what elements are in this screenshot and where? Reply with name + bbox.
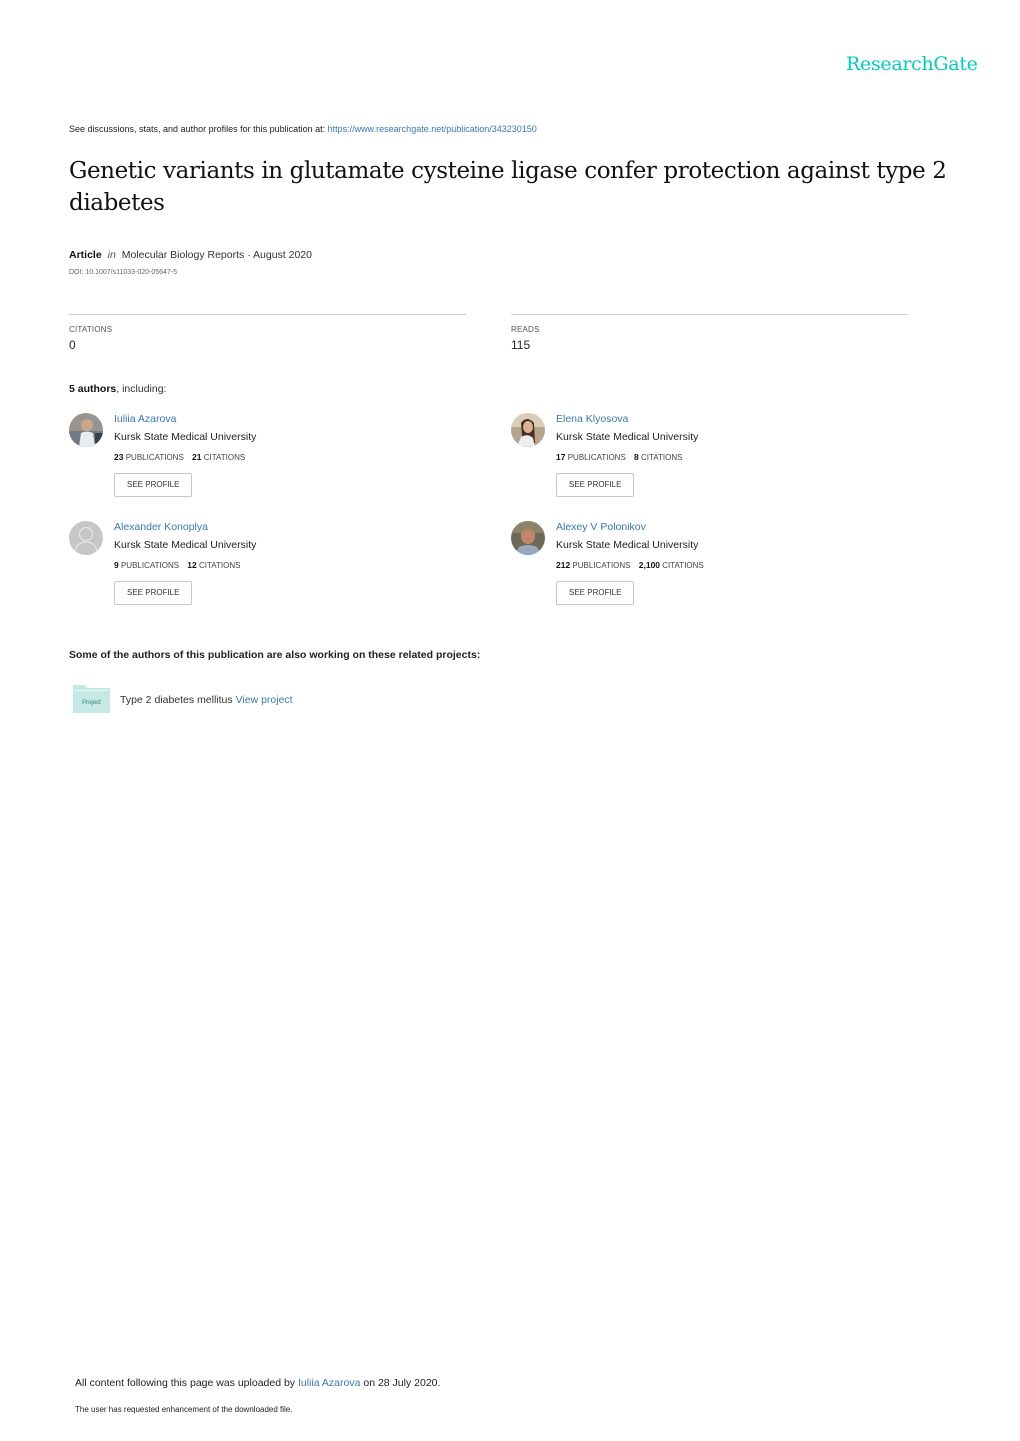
publications-label: PUBLICATIONS [572, 561, 631, 570]
project-name: Type 2 diabetes mellitus [120, 694, 233, 706]
authors-suffix: , including: [116, 383, 167, 395]
citations-label: CITATIONS [203, 453, 246, 462]
citations-count: 8 [634, 452, 639, 462]
citations-label: CITATIONS [641, 453, 683, 462]
citations-label: CITATIONS [69, 325, 113, 334]
publications-count: 9 [114, 560, 119, 570]
publications-count: 17 [556, 452, 566, 462]
author-name-link[interactable]: Alexander Konoplya [114, 521, 256, 534]
uploader-link[interactable]: Iuliia Azarova [298, 1377, 360, 1389]
reads-value: 115 [511, 338, 531, 352]
authors-count: 5 authors [69, 383, 117, 395]
project-icon-label: Project [82, 700, 101, 706]
authors-heading: 5 authors, including: [69, 383, 166, 395]
author-avatar[interactable] [69, 413, 103, 447]
citations-stat: CITATIONS 0 [69, 314, 466, 352]
author-card: Alexey V Polonikov Kursk State Medical U… [511, 521, 891, 611]
author-avatar[interactable] [511, 413, 545, 447]
author-institution: Kursk State Medical University [556, 539, 699, 551]
citations-count: 21 [192, 452, 202, 462]
publication-type: Article [69, 249, 102, 261]
author-name-link[interactable]: Alexey V Polonikov [556, 521, 704, 534]
author-stats: 212 PUBLICATIONS 2,100 CITATIONS [556, 560, 704, 571]
see-profile-button[interactable]: SEE PROFILE [556, 581, 635, 605]
see-profile-button[interactable]: SEE PROFILE [556, 473, 635, 497]
publications-label: PUBLICATIONS [567, 453, 626, 462]
doi: DOI: 10.1007/s11033-020-05647-5 [69, 269, 178, 276]
see-discussions-line: See discussions, stats, and author profi… [69, 124, 537, 134]
publications-label: PUBLICATIONS [125, 453, 184, 462]
journal-date: Molecular Biology Reports · August 2020 [121, 249, 312, 261]
author-institution: Kursk State Medical University [114, 431, 257, 443]
reads-label: READS [511, 325, 540, 334]
author-institution: Kursk State Medical University [556, 431, 699, 443]
in-label: in [107, 249, 116, 261]
project-folder-icon: Project [73, 683, 110, 713]
author-card: Alexander Konoplya Kursk State Medical U… [69, 521, 449, 611]
related-projects-heading: Some of the authors of this publication … [69, 649, 481, 661]
author-avatar[interactable] [511, 521, 545, 555]
upload-notice: All content following this page was uplo… [75, 1377, 440, 1389]
researchgate-logo[interactable]: ResearchGate [846, 53, 978, 75]
see-discussions-text: See discussions, stats, and author profi… [69, 124, 326, 134]
author-stats: 9 PUBLICATIONS 12 CITATIONS [114, 560, 256, 571]
citations-label: CITATIONS [662, 561, 704, 570]
author-photo-icon [69, 413, 103, 447]
reads-stat: READS 115 [511, 314, 908, 352]
see-profile-button[interactable]: SEE PROFILE [114, 473, 193, 497]
publication-meta: Article in Molecular Biology Reports · A… [69, 249, 312, 261]
publications-label: PUBLICATIONS [120, 561, 180, 570]
publications-count: 212 [556, 560, 571, 570]
citations-count: 2,100 [638, 560, 661, 570]
author-card: Elena Klyosova Kursk State Medical Unive… [511, 413, 891, 503]
publications-count: 23 [114, 452, 124, 462]
upload-suffix: on 28 July 2020. [363, 1377, 441, 1389]
author-stats: 17 PUBLICATIONS 8 CITATIONS [556, 452, 698, 463]
view-project-link[interactable]: View project [236, 694, 293, 706]
citations-value: 0 [69, 338, 76, 352]
author-card: Iuliia Azarova Kursk State Medical Unive… [69, 413, 449, 503]
author-photo-icon [511, 521, 545, 555]
author-stats: 23 PUBLICATIONS 21 CITATIONS [114, 452, 256, 463]
author-photo-icon [511, 413, 545, 447]
default-user-icon [69, 521, 103, 555]
author-name-link[interactable]: Iuliia Azarova [114, 413, 256, 426]
publication-title: Genetic variants in glutamate cysteine l… [69, 158, 947, 216]
author-institution: Kursk State Medical University [114, 539, 257, 551]
publication-url-link[interactable]: https://www.researchgate.net/publication… [328, 124, 537, 134]
citations-count: 12 [187, 560, 197, 570]
author-name-link[interactable]: Elena Klyosova [556, 413, 698, 426]
see-profile-button[interactable]: SEE PROFILE [114, 581, 193, 605]
enhancement-notice: The user has requested enhancement of th… [75, 1405, 293, 1414]
citations-label: CITATIONS [199, 561, 241, 570]
upload-prefix: All content following this page was uplo… [75, 1377, 296, 1389]
author-avatar[interactable] [69, 521, 103, 555]
